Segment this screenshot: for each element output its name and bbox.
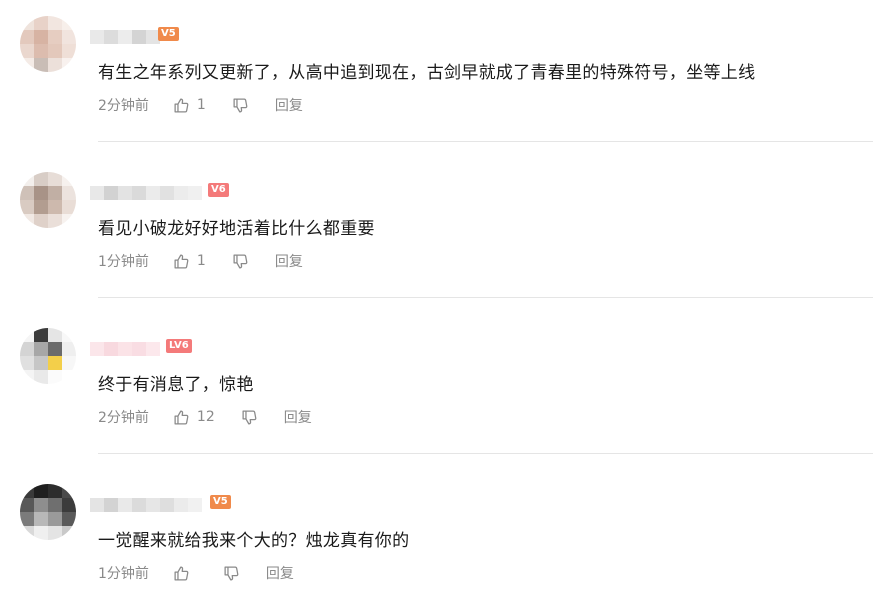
comment-text: 看见小破龙好好地活着比什么都重要 [98,219,375,239]
comment-meta: 1分钟前 回复 [98,563,294,583]
thumbs-up-icon [173,409,190,426]
reply-button[interactable]: 回复 [275,95,303,115]
comment-item: V5 一觉醒来就给我来个大的？烛龙真有你的 1分钟前 回复 [0,468,873,598]
comment-item: V5 有生之年系列又更新了，从高中追到现在，古剑早就成了青春里的特殊符号，坐等上… [0,0,873,156]
comment-meta: 2分钟前 12 回复 [98,407,312,427]
like-button[interactable]: 1 [173,253,206,270]
level-badge: V5 [158,27,179,41]
reply-button[interactable]: 回复 [266,563,294,583]
thumbs-down-icon [241,409,258,426]
divider [98,297,873,298]
thumbs-up-icon [173,565,190,582]
reply-button[interactable]: 回复 [275,251,303,271]
divider [98,141,873,142]
avatar[interactable] [20,16,76,72]
like-count: 1 [196,97,206,113]
like-count: 1 [196,253,206,269]
thumbs-up-icon [173,253,190,270]
comment-time: 1分钟前 [98,254,149,270]
comment-meta: 1分钟前 1 回复 [98,251,303,271]
divider [98,453,873,454]
level-badge: LV6 [166,339,192,353]
level-badge: V5 [210,495,231,509]
like-button[interactable] [173,565,197,582]
like-count: 12 [196,409,215,425]
thumbs-down-icon [223,565,240,582]
comment-text: 有生之年系列又更新了，从高中追到现在，古剑早就成了青春里的特殊符号，坐等上线 [98,63,756,83]
avatar[interactable] [20,172,76,228]
username-blurred[interactable] [90,342,160,356]
avatar[interactable] [20,328,76,384]
dislike-button[interactable] [232,97,249,114]
level-badge: V6 [208,183,229,197]
comment-item: LV6 终于有消息了，惊艳 2分钟前 12 回复 [0,312,873,468]
comment-item: V6 看见小破龙好好地活着比什么都重要 1分钟前 1 回复 [0,156,873,312]
dislike-button[interactable] [232,253,249,270]
comment-time: 2分钟前 [98,98,149,114]
dislike-button[interactable] [241,409,258,426]
thumbs-down-icon [232,97,249,114]
avatar[interactable] [20,484,76,540]
username-blurred[interactable] [90,30,160,44]
comment-text: 一觉醒来就给我来个大的？烛龙真有你的 [98,531,410,551]
comment-time: 2分钟前 [98,410,149,426]
comment-meta: 2分钟前 1 回复 [98,95,303,115]
username-blurred[interactable] [90,186,202,200]
like-button[interactable]: 1 [173,97,206,114]
comment-text: 终于有消息了，惊艳 [98,375,254,395]
thumbs-up-icon [173,97,190,114]
comment-list: V5 有生之年系列又更新了，从高中追到现在，古剑早就成了青春里的特殊符号，坐等上… [0,0,873,598]
username-blurred[interactable] [90,498,202,512]
reply-button[interactable]: 回复 [284,407,312,427]
like-button[interactable]: 12 [173,409,215,426]
dislike-button[interactable] [223,565,240,582]
comment-time: 1分钟前 [98,566,149,582]
thumbs-down-icon [232,253,249,270]
